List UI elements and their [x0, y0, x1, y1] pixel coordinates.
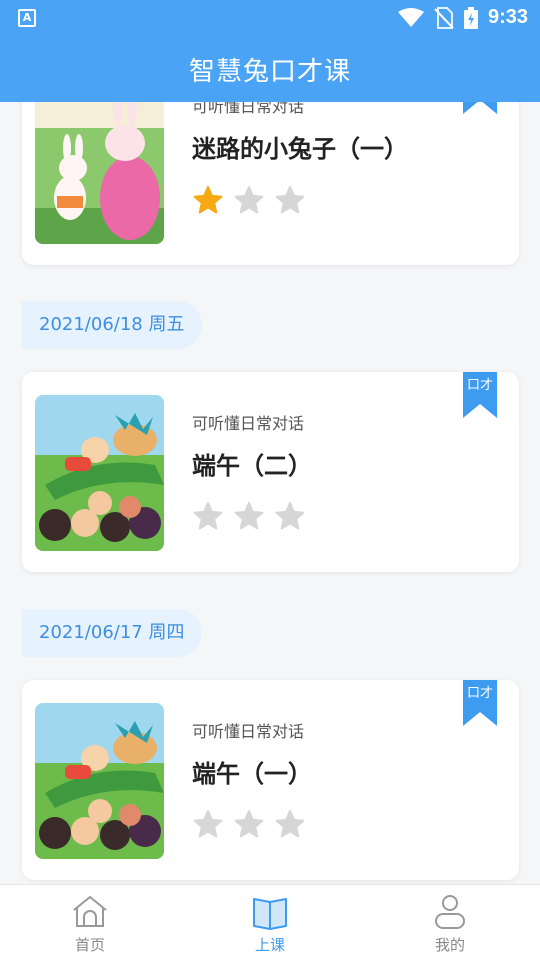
page-title: 智慧兔口才课: [188, 56, 351, 87]
date-header: 2021/06/18 周五: [22, 301, 202, 349]
star-empty-icon: [275, 810, 305, 838]
date-header: 2021/06/17 周四: [22, 609, 202, 657]
status-icons: 9:33: [397, 6, 528, 29]
tab-profile[interactable]: 我的: [360, 885, 540, 960]
tab-label: 上课: [254, 936, 285, 954]
lesson-list[interactable]: 可听懂日常对话 迷路的小兔子（一） 2021/06/18 周五 可听懂日常对话 …: [0, 102, 540, 884]
lesson-thumbnail: [35, 703, 164, 859]
lesson-level: 可听懂日常对话: [192, 102, 305, 116]
star-empty-icon: [193, 810, 223, 838]
lesson-card[interactable]: 可听懂日常对话 端午（一） 口才: [22, 680, 519, 880]
lesson-card[interactable]: 可听懂日常对话 迷路的小兔子（一）: [22, 102, 519, 265]
lesson-title: 端午（一）: [192, 760, 312, 788]
star-empty-icon: [275, 502, 305, 530]
bookmark-badge: 口才: [463, 680, 497, 726]
lesson-card[interactable]: 可听懂日常对话 端午（二） 口才: [22, 372, 519, 572]
tab-classes[interactable]: 上课: [180, 885, 360, 960]
app-header: 智慧兔口才课: [0, 36, 540, 102]
lesson-title: 迷路的小兔子（一）: [192, 135, 408, 163]
tab-label: 我的: [434, 936, 465, 954]
badge-label: 口才: [466, 686, 493, 701]
app-notification-icon: A: [18, 9, 36, 27]
badge-label: 口才: [466, 378, 493, 393]
profile-icon: [435, 895, 465, 929]
star-empty-icon: [234, 502, 264, 530]
lesson-level: 可听懂日常对话: [192, 722, 305, 741]
bookmark-badge: [463, 102, 497, 114]
star-filled-icon: [193, 186, 223, 214]
status-bar: A 9:33: [0, 0, 540, 36]
battery-charging-icon: [463, 6, 478, 29]
no-sim-icon: [434, 6, 454, 29]
rating-stars: [192, 809, 306, 841]
star-empty-icon: [234, 810, 264, 838]
tab-label: 首页: [74, 936, 105, 954]
tab-home[interactable]: 首页: [0, 885, 180, 960]
rating-stars: [192, 501, 306, 533]
bookmark-badge: 口才: [463, 372, 497, 418]
lesson-thumbnail: [35, 395, 164, 551]
star-empty-icon: [234, 186, 264, 214]
lesson-title: 端午（二）: [192, 452, 312, 480]
rating-stars: [192, 185, 306, 217]
book-icon: [253, 898, 287, 930]
star-empty-icon: [193, 502, 223, 530]
wifi-icon: [397, 7, 424, 27]
home-icon: [73, 895, 107, 927]
lesson-thumbnail: [35, 102, 164, 244]
clock: 9:33: [487, 6, 528, 28]
lesson-level: 可听懂日常对话: [192, 414, 305, 433]
star-empty-icon: [275, 186, 305, 214]
bottom-tab-bar: 首页 上课 我的: [0, 884, 540, 960]
